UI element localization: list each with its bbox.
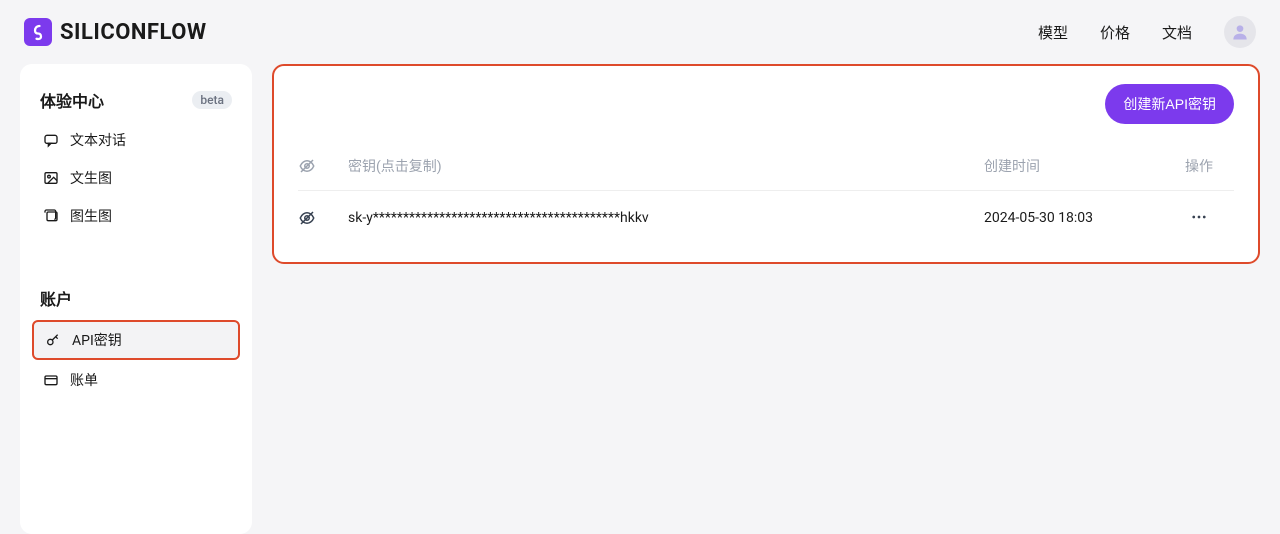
chat-icon xyxy=(42,131,60,149)
table-row: sk-y************************************… xyxy=(298,191,1234,244)
api-key-value[interactable]: sk-y************************************… xyxy=(348,210,984,226)
sidebar-section-account: 账户 xyxy=(32,286,240,320)
toggle-visibility-button[interactable] xyxy=(298,209,316,227)
user-icon xyxy=(1230,22,1250,42)
sidebar-item-text-to-image[interactable]: 文生图 xyxy=(32,160,240,196)
sidebar-item-text-chat[interactable]: 文本对话 xyxy=(32,122,240,158)
sidebar-item-label: 账单 xyxy=(70,370,98,390)
create-api-key-button[interactable]: 创建新API密钥 xyxy=(1105,84,1234,124)
sidebar: 体验中心 beta 文本对话 文生图 xyxy=(20,64,252,534)
sidebar-item-billing[interactable]: 账单 xyxy=(32,362,240,398)
sidebar-section-title-account: 账户 xyxy=(40,286,72,310)
avatar[interactable] xyxy=(1224,16,1256,48)
sidebar-item-label: API密钥 xyxy=(72,330,122,350)
table-header-key: 密钥(点击复制) xyxy=(348,156,984,176)
api-keys-panel: 创建新API密钥 密钥(点击复制) 创建时间 xyxy=(272,64,1260,264)
header-nav: 模型 价格 文档 xyxy=(1038,16,1256,48)
table-header-actions: 操作 xyxy=(1164,156,1234,176)
sidebar-item-api-keys[interactable]: API密钥 xyxy=(32,320,240,360)
more-horizontal-icon xyxy=(1190,208,1208,226)
nav-docs[interactable]: 文档 xyxy=(1162,22,1192,43)
header: SILICONFLOW 模型 价格 文档 xyxy=(0,0,1280,64)
sidebar-item-label: 文本对话 xyxy=(70,130,126,150)
nav-pricing[interactable]: 价格 xyxy=(1100,22,1130,43)
image-icon xyxy=(42,169,60,187)
table-header-created: 创建时间 xyxy=(984,156,1164,176)
sidebar-item-label: 文生图 xyxy=(70,168,112,188)
beta-badge: beta xyxy=(192,91,232,109)
sidebar-item-label: 图生图 xyxy=(70,206,112,226)
api-key-created-at: 2024-05-30 18:03 xyxy=(984,210,1164,226)
brand-logo[interactable]: SILICONFLOW xyxy=(24,18,207,46)
main-content: 创建新API密钥 密钥(点击复制) 创建时间 xyxy=(272,64,1260,534)
sidebar-section-experience: 体验中心 beta xyxy=(32,88,240,122)
api-keys-table: 密钥(点击复制) 创建时间 操作 sk-y* xyxy=(298,142,1234,244)
sidebar-item-image-to-image[interactable]: 图生图 xyxy=(32,198,240,234)
nav-models[interactable]: 模型 xyxy=(1038,22,1068,43)
images-icon xyxy=(42,207,60,225)
row-actions-button[interactable] xyxy=(1187,205,1211,229)
brand-name: SILICONFLOW xyxy=(60,20,207,45)
table-header-row: 密钥(点击复制) 创建时间 操作 xyxy=(298,142,1234,191)
eye-off-icon xyxy=(298,157,316,175)
logo-icon xyxy=(24,18,52,46)
card-icon xyxy=(42,371,60,389)
sidebar-section-title-experience: 体验中心 xyxy=(40,88,104,112)
key-icon xyxy=(44,331,62,349)
